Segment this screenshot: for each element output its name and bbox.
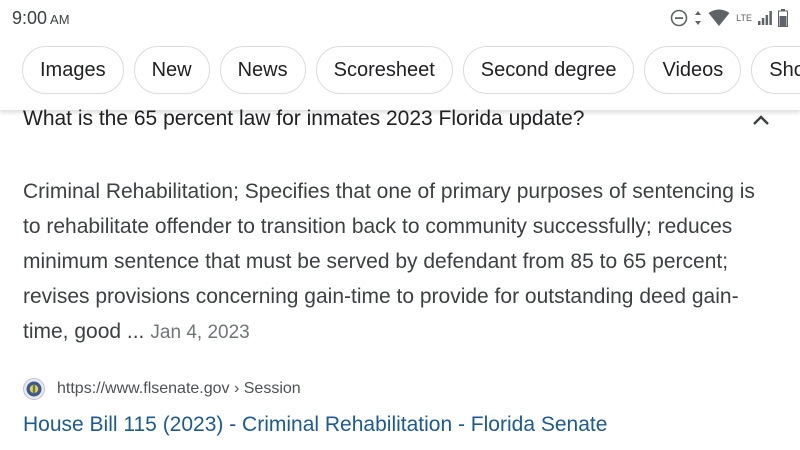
data-arrows-icon bbox=[695, 11, 702, 25]
chip-shopping[interactable]: Sho bbox=[751, 46, 800, 94]
battery-icon bbox=[778, 9, 788, 27]
signal-icon bbox=[758, 11, 772, 25]
lte-icon: LTE bbox=[736, 13, 752, 23]
wifi-icon bbox=[708, 9, 730, 26]
related-question[interactable]: What is the 65 percent law for inmates 2… bbox=[23, 107, 584, 131]
chevron-up-icon[interactable] bbox=[751, 111, 771, 131]
chip-videos[interactable]: Videos bbox=[644, 46, 742, 94]
chip-images[interactable]: Images bbox=[22, 46, 124, 94]
search-filter-bar: Images New News Scoresheet Second degree… bbox=[0, 38, 800, 110]
answer-snippet: Criminal Rehabilitation; Specifies that … bbox=[23, 174, 773, 350]
chip-scoresheet[interactable]: Scoresheet bbox=[315, 46, 453, 94]
filter-chips: Images New News Scoresheet Second degree… bbox=[22, 46, 800, 94]
florida-senate-seal-icon bbox=[23, 378, 45, 400]
result-source[interactable]: https://www.flsenate.gov › Session bbox=[23, 378, 301, 400]
answer-text: Criminal Rehabilitation; Specifies that … bbox=[23, 180, 755, 343]
chip-news[interactable]: News bbox=[219, 46, 306, 94]
status-icons: LTE bbox=[670, 6, 788, 30]
status-time: 9:00 AM bbox=[12, 8, 70, 29]
status-time-value: 9:00 bbox=[12, 8, 48, 28]
answer-date: Jan 4, 2023 bbox=[150, 322, 250, 343]
status-bar: 9:00 AM LTE bbox=[0, 0, 800, 38]
chip-second-degree[interactable]: Second degree bbox=[462, 46, 635, 94]
status-time-ampm: AM bbox=[50, 12, 70, 27]
chip-new[interactable]: New bbox=[133, 46, 210, 94]
result-title-link[interactable]: House Bill 115 (2023) - Criminal Rehabil… bbox=[23, 413, 607, 437]
do-not-disturb-icon bbox=[670, 9, 688, 27]
result-url: https://www.flsenate.gov › Session bbox=[57, 380, 301, 397]
